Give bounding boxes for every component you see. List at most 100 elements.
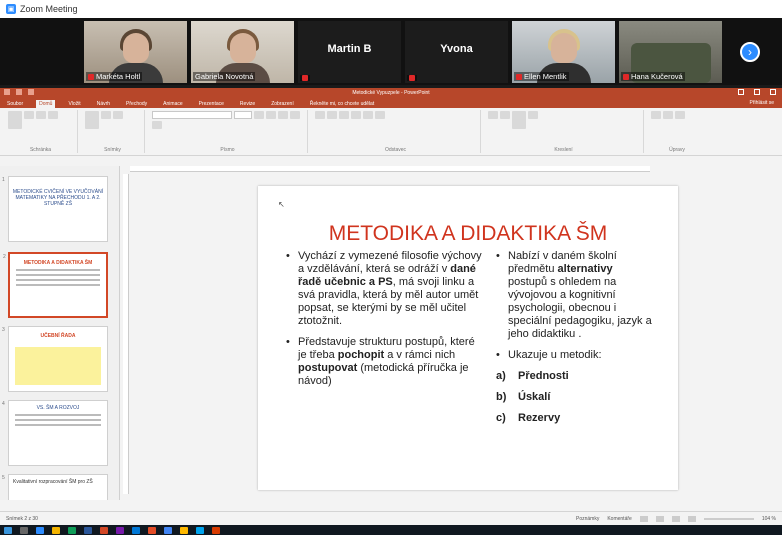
muted-mic-icon: [409, 75, 415, 81]
align-right-button[interactable]: [363, 111, 373, 119]
ribbon-group-paragraph: Odstavec: [311, 110, 481, 153]
undo-icon[interactable]: [16, 89, 22, 95]
tab-domu[interactable]: Domů: [36, 100, 56, 108]
notes-button[interactable]: Poznámky: [576, 516, 599, 522]
reset-button[interactable]: [113, 111, 123, 119]
status-bar: Snímek 2 z 30 Poznámky Komentáře 104 %: [0, 511, 782, 525]
tab-revize[interactable]: Revize: [237, 100, 258, 108]
participant-name: Gabriela Novotná: [195, 72, 254, 81]
zoom-level[interactable]: 104 %: [762, 516, 776, 522]
participant-tile[interactable]: Yvona: [405, 21, 508, 83]
slide-thumbnail[interactable]: 3 UČEBNÍ ŘADA: [2, 326, 108, 392]
excel-icon[interactable]: [68, 526, 76, 534]
tab-prechody[interactable]: Přechody: [123, 100, 150, 108]
bold-button[interactable]: [254, 111, 264, 119]
ribbon-group-slides: Snímky: [81, 110, 145, 153]
tab-soubor[interactable]: Soubor: [4, 100, 26, 108]
tab-navrh[interactable]: Návrh: [94, 100, 113, 108]
chrome-icon[interactable]: [164, 526, 172, 534]
participant-tile[interactable]: Hana Kučerová: [619, 21, 722, 83]
format-painter-button[interactable]: [48, 111, 58, 119]
next-page-icon[interactable]: ›: [740, 42, 760, 62]
sign-in-link[interactable]: Přihlásit se: [750, 100, 774, 106]
ppt-title-bar: Metodické Vypuzpele - PowerPoint: [0, 88, 782, 98]
maximize-icon[interactable]: [754, 89, 760, 95]
participant-tile[interactable]: Markéta Holtl: [84, 21, 187, 83]
quick-styles-button[interactable]: [512, 111, 526, 129]
normal-view-icon[interactable]: [639, 515, 648, 522]
save-icon[interactable]: [4, 89, 10, 95]
ribbon-group-font: Písmo: [148, 110, 308, 153]
participant-tile[interactable]: Martin B: [298, 21, 401, 83]
right-text-column[interactable]: Nabízí v daném školní předmětu alternati…: [496, 250, 652, 433]
numbering-button[interactable]: [327, 111, 337, 119]
reading-view-icon[interactable]: [671, 515, 680, 522]
word-icon[interactable]: [84, 526, 92, 534]
new-slide-button[interactable]: [85, 111, 99, 129]
strikethrough-button[interactable]: [290, 111, 300, 119]
zoom-app-icon[interactable]: [36, 526, 44, 534]
app-icon[interactable]: [212, 526, 220, 534]
arrange-button[interactable]: [500, 111, 510, 119]
shapes-button[interactable]: [488, 111, 498, 119]
slideshow-icon[interactable]: [687, 515, 696, 522]
app-icon[interactable]: [148, 526, 156, 534]
minimize-icon[interactable]: [738, 89, 744, 95]
slide-canvas[interactable]: ↖ METODIKA A DIDAKTIKA ŠM Vychází z vyme…: [258, 186, 678, 490]
align-center-button[interactable]: [351, 111, 361, 119]
vertical-ruler: [123, 174, 129, 494]
onenote-icon[interactable]: [116, 526, 124, 534]
participant-name: Markéta Holtl: [96, 72, 141, 81]
muted-mic-icon: [623, 73, 629, 80]
outlook-icon[interactable]: [132, 526, 140, 534]
select-button[interactable]: [675, 111, 685, 119]
shape-fill-button[interactable]: [528, 111, 538, 119]
tab-vlozit[interactable]: Vložit: [65, 100, 83, 108]
redo-icon[interactable]: [28, 89, 34, 95]
font-size-select[interactable]: [234, 111, 252, 119]
find-button[interactable]: [651, 111, 661, 119]
left-text-column[interactable]: Vychází z vymezené filosofie výchovy a v…: [286, 250, 484, 396]
slide-thumbnail-selected[interactable]: 2 METODIKA A DIDAKTIKA ŠM: [3, 252, 108, 318]
layout-button[interactable]: [101, 111, 111, 119]
powerpoint-icon[interactable]: [100, 526, 108, 534]
slide-thumbnails: 1 METODICKÉ CVIČENÍ VE VYUČOVÁNÍ MATEMAT…: [0, 166, 120, 500]
ribbon: Schránka Snímky Písmo Odstavec Kreslení …: [0, 108, 782, 156]
start-icon[interactable]: [4, 526, 12, 534]
slide-thumbnail[interactable]: 5 Kvalitativní rozpracování ŠM pro ZŠ: [2, 474, 108, 500]
replace-button[interactable]: [663, 111, 673, 119]
tab-prezentace[interactable]: Prezentace: [196, 100, 227, 108]
bullet-point: Ukazuje u metodik:: [496, 349, 652, 362]
participant-tile[interactable]: Gabriela Novotná: [191, 21, 294, 83]
comments-button[interactable]: Komentáře: [607, 516, 631, 522]
ppt-window-title: Metodické Vypuzpele - PowerPoint: [352, 90, 430, 96]
slide-title[interactable]: METODIKA A DIDAKTIKA ŠM: [258, 222, 678, 246]
close-icon[interactable]: [770, 89, 776, 95]
italic-button[interactable]: [266, 111, 276, 119]
bullet-point: Představuje strukturu postupů, které je …: [286, 336, 484, 388]
text-direction-button[interactable]: [375, 111, 385, 119]
font-color-button[interactable]: [152, 121, 162, 129]
slide-thumbnail[interactable]: 4 VS. ŠM A ROZVOJ: [2, 400, 108, 466]
muted-mic-icon: [88, 73, 94, 80]
tab-animace[interactable]: Animace: [160, 100, 185, 108]
participant-tile[interactable]: Ellen Mentlik: [512, 21, 615, 83]
font-name-select[interactable]: [152, 111, 232, 119]
tell-me-search[interactable]: Řekněte mi, co chcete udělat: [307, 100, 377, 108]
zoom-slider[interactable]: [703, 517, 754, 520]
search-icon[interactable]: [20, 526, 28, 534]
cut-button[interactable]: [24, 111, 34, 119]
copy-button[interactable]: [36, 111, 46, 119]
slide-thumbnail[interactable]: 1 METODICKÉ CVIČENÍ VE VYUČOVÁNÍ MATEMAT…: [2, 176, 108, 242]
bullets-button[interactable]: [315, 111, 325, 119]
paste-button[interactable]: [8, 111, 22, 129]
tab-zobrazeni[interactable]: Zobrazení: [268, 100, 297, 108]
align-left-button[interactable]: [339, 111, 349, 119]
slide-sorter-icon[interactable]: [655, 515, 664, 522]
app-icon[interactable]: [196, 526, 204, 534]
horizontal-ruler: [130, 166, 650, 172]
underline-button[interactable]: [278, 111, 288, 119]
slide-counter: Snímek 2 z 30: [6, 515, 38, 522]
app-icon[interactable]: [180, 526, 188, 534]
file-explorer-icon[interactable]: [52, 526, 60, 534]
